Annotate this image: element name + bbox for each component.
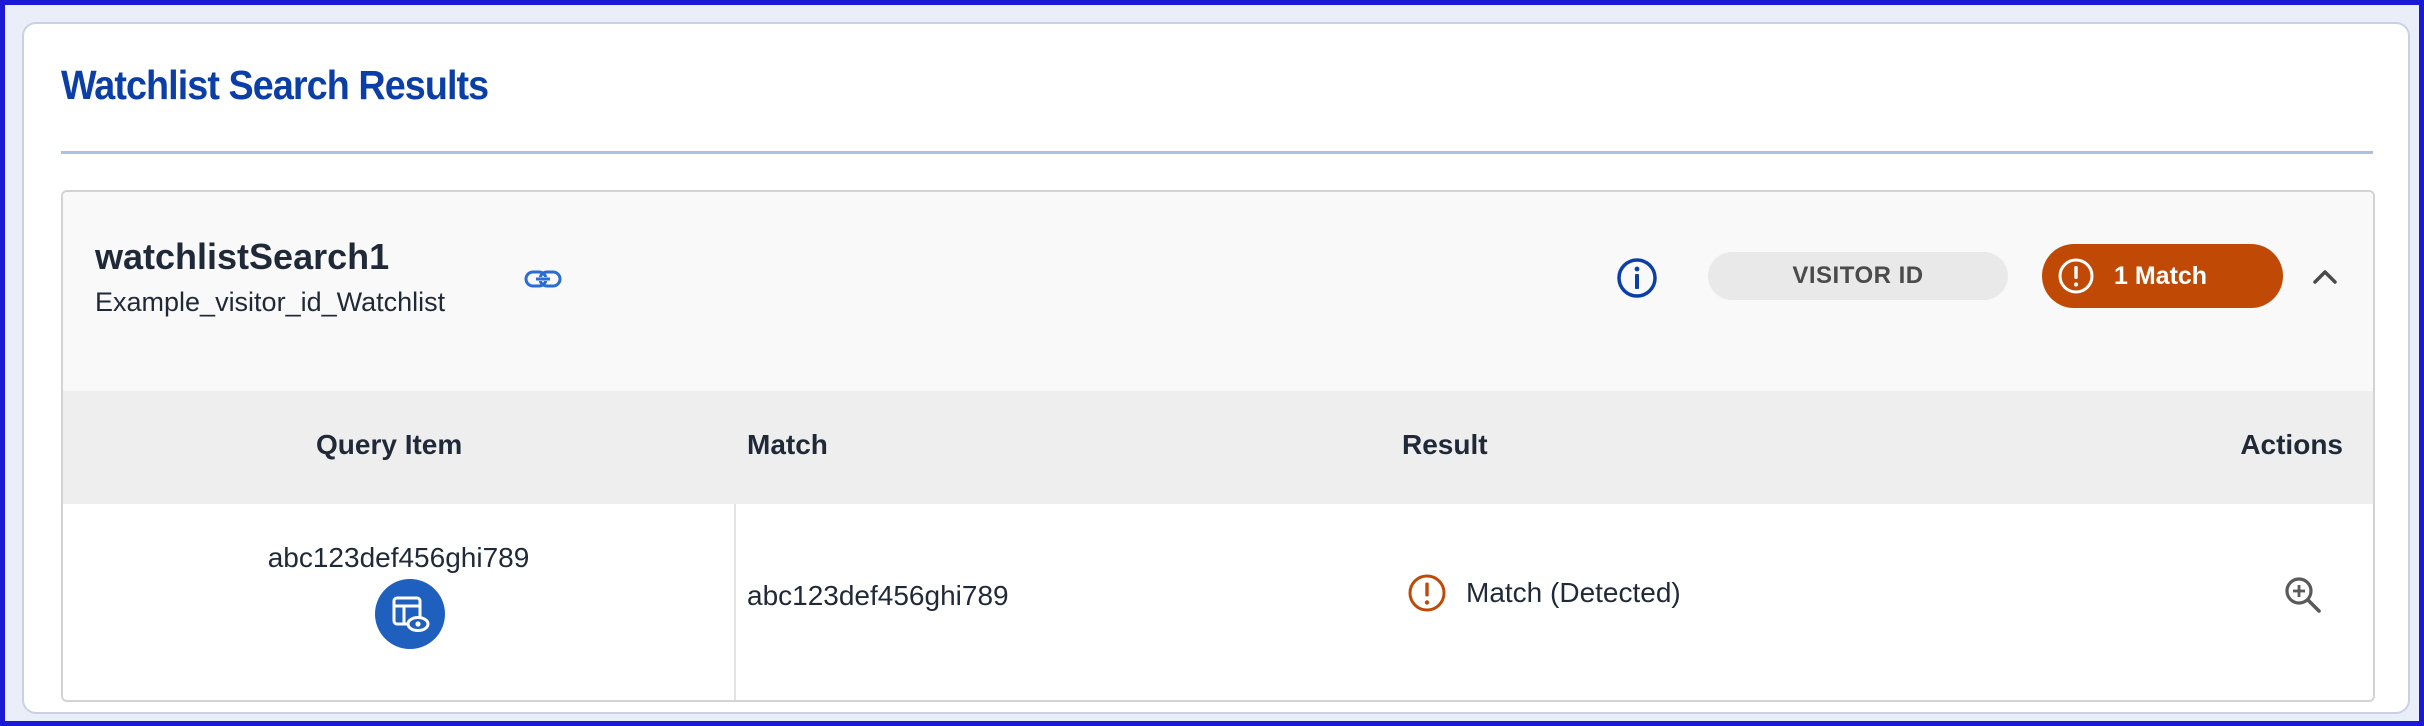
column-header-actions: Actions	[2240, 429, 2343, 460]
watchlist-result-panel: watchlistSearch1 Example_visitor_id_Watc…	[61, 190, 2375, 702]
link-icon[interactable]	[523, 264, 563, 294]
watchlist-name: Example_visitor_id_Watchlist	[95, 287, 446, 317]
column-divider	[734, 504, 736, 700]
zoom-in-icon[interactable]	[2282, 574, 2324, 616]
column-header-result: Result	[1402, 429, 1488, 460]
column-header-query-item: Query Item	[316, 429, 463, 460]
window-frame: Watchlist Search Results watchlistSearch…	[0, 0, 2424, 726]
match-value: abc123def456ghi789	[747, 580, 1009, 611]
panel-header[interactable]: watchlistSearch1 Example_visitor_id_Watc…	[63, 192, 2373, 391]
title-divider	[61, 151, 2373, 154]
query-item-value: abc123def456ghi789	[267, 542, 530, 573]
match-count-badge[interactable]: 1 Match	[2042, 244, 2283, 308]
chevron-up-icon[interactable]	[2303, 256, 2347, 296]
search-name: watchlistSearch1	[95, 236, 390, 277]
table-row: abc123def456ghi789 abc123def456ghi789 Ma…	[63, 504, 2373, 700]
result-status: Match (Detected)	[1466, 577, 1681, 608]
alert-circle-icon	[1408, 574, 1446, 612]
alert-circle-icon	[2058, 258, 2094, 294]
view-record-icon[interactable]	[375, 579, 445, 649]
column-header-match: Match	[747, 429, 828, 460]
result-cell: Match (Detected)	[1406, 572, 1681, 614]
view-record-glyph-icon	[392, 596, 430, 632]
results-card: Watchlist Search Results watchlistSearch…	[22, 22, 2410, 714]
info-icon[interactable]	[1613, 254, 1661, 302]
page-title: Watchlist Search Results	[61, 62, 489, 108]
search-type-badge: VISITOR ID	[1708, 252, 2008, 300]
table-header: Query Item Match Result Actions	[63, 391, 2373, 504]
match-count-label: 1 Match	[2114, 261, 2208, 290]
